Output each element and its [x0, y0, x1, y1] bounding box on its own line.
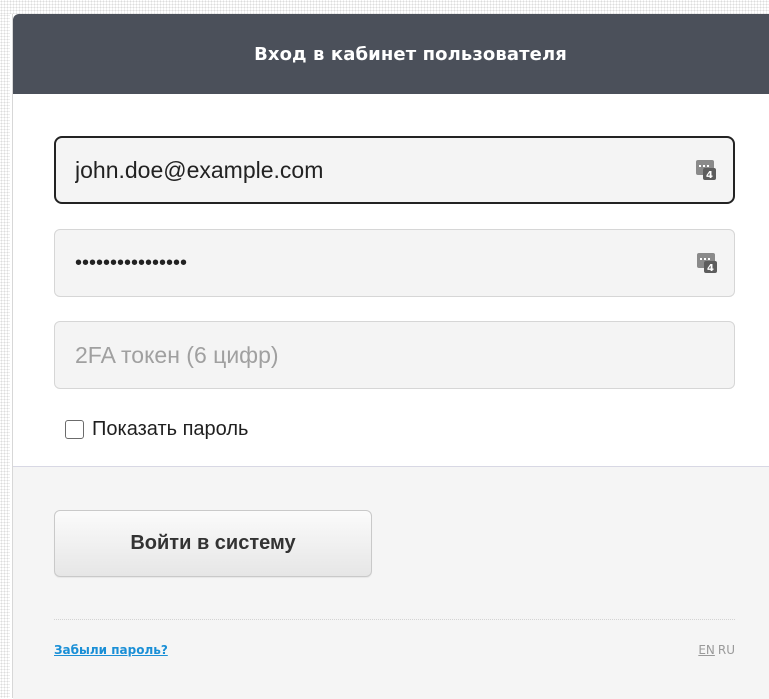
login-button[interactable]: Войти в систему — [54, 510, 372, 577]
forgot-password-link[interactable]: Забыли пароль? — [54, 643, 168, 657]
footer-divider — [54, 619, 735, 620]
password-manager-icon[interactable]: 4 — [697, 253, 717, 273]
email-field[interactable]: 4 — [54, 136, 735, 204]
password-manager-icon[interactable]: 4 — [696, 160, 716, 180]
password-input[interactable] — [55, 230, 697, 296]
token-field[interactable] — [54, 321, 735, 389]
page-background-top — [0, 0, 769, 14]
lang-ru-link[interactable]: RU — [718, 643, 735, 657]
panel-title: Вход в кабинет пользователя — [254, 43, 567, 65]
show-password-row[interactable]: Показать пароль — [65, 418, 248, 441]
show-password-checkbox[interactable] — [65, 420, 84, 439]
page-background-left — [0, 14, 10, 698]
language-switcher: EN RU — [698, 643, 735, 657]
token-input[interactable] — [55, 322, 734, 388]
panel-header: Вход в кабинет пользователя — [13, 14, 769, 94]
password-field[interactable]: 4 — [54, 229, 735, 297]
svg-text:4: 4 — [707, 263, 714, 273]
email-input[interactable] — [56, 138, 696, 202]
form-footer: Войти в систему Забыли пароль? EN RU — [13, 466, 769, 699]
login-panel: Вход в кабинет пользователя 4 4 — [12, 14, 769, 699]
show-password-label[interactable]: Показать пароль — [92, 418, 248, 441]
svg-text:4: 4 — [706, 170, 713, 180]
lang-en-link[interactable]: EN — [698, 643, 715, 657]
